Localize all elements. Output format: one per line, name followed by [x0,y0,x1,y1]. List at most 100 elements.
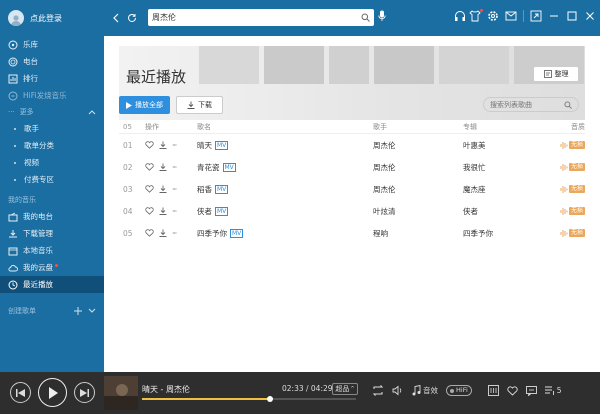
heart-icon[interactable] [145,141,154,149]
maximize-icon[interactable] [566,10,578,22]
close-icon[interactable] [584,10,596,22]
player-bar: 晴天 - 周杰伦 02:33 / 04:29 超品 ^ 音效 HiFi 5 [0,372,600,414]
sidebar-item-videos[interactable]: 视频 [0,154,104,171]
sidebar-item-library[interactable]: 乐库 [0,36,104,53]
song-title[interactable]: 侠者 [197,206,212,217]
skin-icon[interactable] [469,9,483,22]
song-title[interactable]: 晴天 [197,140,212,151]
login-link[interactable]: 点此登录 [30,13,62,24]
heart-icon[interactable] [145,163,154,171]
playlist-button[interactable]: 5 [544,386,562,395]
mv-icon[interactable]: MV [215,206,229,216]
minimize-icon[interactable] [548,10,560,22]
download-button[interactable]: 下载 [176,96,223,114]
more-icon[interactable]: ··· [172,141,177,150]
chevron-up-icon[interactable] [88,109,96,115]
settings-icon[interactable] [487,10,499,22]
song-artist[interactable]: 周杰伦 [373,162,463,173]
heart-icon[interactable] [507,385,518,396]
sidebar-item-paid-zone[interactable]: 付费专区 [0,171,104,188]
more-section-header[interactable]: ··· 更多 [0,104,104,120]
header-title[interactable]: 歌名 [197,122,373,132]
song-album[interactable]: 叶惠美 [463,140,549,151]
avatar[interactable] [8,10,24,26]
table-row[interactable]: 02 ··· 青花瓷 MV 周杰伦 我很忙 无损 [119,156,585,178]
message-icon[interactable] [505,10,517,22]
song-artist[interactable]: 程响 [373,228,463,239]
heart-icon[interactable] [145,185,154,193]
more-icon[interactable]: ··· [172,185,177,194]
song-artist[interactable]: 周杰伦 [373,184,463,195]
song-artist[interactable]: 叶炫清 [373,206,463,217]
progress-knob[interactable] [267,396,274,402]
microphone-icon[interactable] [378,10,386,22]
download-icon[interactable] [159,141,167,149]
table-row[interactable]: 05 ··· 四季予你 MV 程响 四季予你 无损 [119,222,585,244]
sidebar-item-downloads[interactable]: 下载管理 [0,225,104,242]
lyrics-icon[interactable] [487,385,499,396]
next-button[interactable] [74,382,95,403]
more-icon[interactable]: ··· [172,163,177,172]
sidebar-item-cloud[interactable]: 我的云盘 [0,259,104,276]
sidebar-item-radio[interactable]: 电台 [0,53,104,70]
volume-icon[interactable] [392,385,404,396]
table-row[interactable]: 04 ··· 侠者 MV 叶炫清 侠者 无损 [119,200,585,222]
login-area[interactable]: 点此登录 [0,0,104,36]
mini-mode-icon[interactable] [530,10,542,22]
song-artist[interactable]: 周杰伦 [373,140,463,151]
sidebar-item-local-music[interactable]: 本地音乐 [0,242,104,259]
header-album[interactable]: 专辑 [463,122,549,132]
manage-button[interactable]: 整理 [533,66,579,82]
refresh-icon[interactable] [124,10,140,26]
header-artist[interactable]: 歌手 [373,122,463,132]
download-icon[interactable] [159,229,167,237]
sidebar-item-recent[interactable]: 最近播放 [0,276,104,293]
mv-icon[interactable]: MV [230,228,244,238]
song-album[interactable]: 我很忙 [463,162,549,173]
song-album[interactable]: 侠者 [463,206,549,217]
mv-icon[interactable]: MV [215,184,229,194]
song-title[interactable]: 青花瓷 [197,162,220,173]
mv-icon[interactable]: MV [215,140,229,150]
list-search-box[interactable] [483,97,579,112]
album-cover[interactable] [104,376,138,410]
quality-button[interactable]: 超品 ^ [332,383,358,395]
play-all-button[interactable]: 播放全部 [119,96,170,114]
mv-icon[interactable]: MV [222,162,236,172]
loop-icon[interactable] [372,385,384,396]
song-album[interactable]: 魔杰座 [463,184,549,195]
sidebar-item-hifi[interactable]: HiFi发烧音乐 [0,87,104,104]
table-row[interactable]: 01 ··· 晴天 MV 周杰伦 叶惠美 无损 [119,134,585,156]
search-input[interactable] [152,13,352,22]
table-row[interactable]: 03 ··· 稻香 MV 周杰伦 魔杰座 无损 [119,178,585,200]
more-label: 更多 [19,108,34,116]
chevron-down-icon[interactable] [88,308,96,314]
download-icon[interactable] [159,207,167,215]
back-icon[interactable] [108,10,124,26]
headphones-icon[interactable] [454,10,466,22]
add-playlist-icon[interactable] [74,307,82,315]
sidebar-item-charts[interactable]: 排行 [0,70,104,87]
search-box[interactable] [148,9,374,26]
list-search-input[interactable] [490,100,562,109]
sidebar-item-singers[interactable]: 歌手 [0,120,104,137]
download-icon[interactable] [159,185,167,193]
search-icon[interactable] [361,13,370,22]
download-icon[interactable] [159,163,167,171]
play-pause-button[interactable] [38,378,67,407]
comment-icon[interactable] [525,385,537,396]
sound-effect-button[interactable]: 音效 [412,385,438,396]
song-title[interactable]: 四季予你 [197,228,227,239]
more-icon[interactable]: ··· [172,207,177,216]
more-icon[interactable]: ··· [172,229,177,238]
song-title[interactable]: 稻香 [197,184,212,195]
hifi-toggle[interactable]: HiFi [446,385,472,396]
sidebar-item-playlist-categories[interactable]: 歌单分类 [0,137,104,154]
search-icon[interactable] [564,100,572,109]
progress-bar[interactable] [142,396,356,402]
sidebar-item-my-radio[interactable]: 我的电台 [0,208,104,225]
previous-button[interactable] [10,382,31,403]
song-album[interactable]: 四季予你 [463,228,549,239]
heart-icon[interactable] [145,229,154,237]
heart-icon[interactable] [145,207,154,215]
